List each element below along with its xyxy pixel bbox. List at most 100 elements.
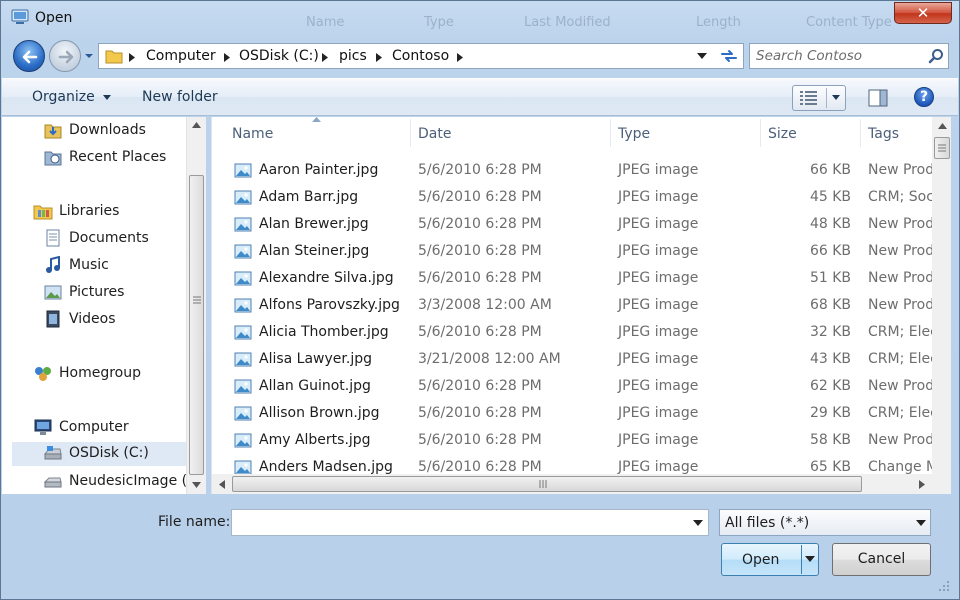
open-button[interactable]: Open: [721, 543, 819, 576]
new-folder-button[interactable]: New folder: [142, 89, 218, 105]
file-list-vertical-scrollbar[interactable]: [932, 117, 951, 474]
nav-item-recent-places[interactable]: Recent Places: [43, 146, 183, 170]
cell-name: Alicia Thomber.jpg: [259, 324, 389, 340]
nav-item-pictures[interactable]: Pictures: [43, 281, 183, 305]
chevron-down-icon[interactable]: [805, 556, 815, 562]
cell-type: JPEG image: [618, 351, 699, 367]
cell-type: JPEG image: [618, 243, 699, 259]
nav-item-label: Videos: [69, 311, 116, 327]
scroll-grip-icon: [539, 480, 547, 488]
column-divider[interactable]: [860, 119, 861, 147]
breadcrumb-separator-icon[interactable]: [224, 53, 230, 62]
column-header-row: Name Date Type Size Tags: [212, 117, 932, 151]
cancel-button[interactable]: Cancel: [832, 543, 931, 576]
table-row[interactable]: Alan Brewer.jpg 5/6/2010 6:28 PM JPEG imag…: [212, 212, 934, 239]
table-row[interactable]: Alicia Thomber.jpg 5/6/2010 6:28 PM JPEG i…: [212, 320, 934, 347]
breadcrumb-computer[interactable]: Computer: [146, 48, 216, 64]
breadcrumb-pics[interactable]: pics: [339, 48, 367, 64]
table-row[interactable]: Allison Brown.jpg 5/6/2010 6:28 PM JPEG im…: [212, 401, 934, 428]
scroll-down-icon[interactable]: [192, 482, 201, 488]
chevron-down-icon: [103, 94, 112, 100]
table-row[interactable]: Alisa Lawyer.jpg 3/21/2008 12:00 AM JPEG i…: [212, 347, 934, 374]
column-header-name[interactable]: Name: [232, 126, 273, 142]
address-history-dropdown-icon[interactable]: [697, 53, 707, 60]
nav-item-label: Homegroup: [59, 365, 142, 381]
cell-name: Adam Barr.jpg: [259, 189, 359, 205]
chevron-down-icon[interactable]: [693, 520, 703, 526]
table-row[interactable]: Alfons Parovszky.jpg 3/3/2008 12:00 AM JPE…: [212, 293, 934, 320]
close-icon: ✕: [916, 4, 930, 22]
close-button[interactable]: ✕: [894, 2, 952, 24]
breadcrumb-separator-icon[interactable]: [376, 53, 382, 62]
resize-grip-icon[interactable]: [937, 579, 951, 593]
organize-label: Organize: [32, 89, 95, 105]
file-name-combo[interactable]: [231, 509, 709, 536]
chevron-down-icon: [832, 95, 840, 100]
nav-item-computer[interactable]: Computer: [33, 416, 183, 440]
breadcrumb-separator-icon[interactable]: [129, 53, 135, 62]
cell-date: 3/21/2008 12:00 AM: [418, 351, 561, 367]
recent-locations-dropdown-icon[interactable]: [84, 51, 94, 61]
cell-type: JPEG image: [618, 378, 699, 394]
horizontal-scrollbar-thumb[interactable]: [232, 476, 862, 492]
cell-type: JPEG image: [618, 189, 699, 205]
column-divider[interactable]: [410, 119, 411, 147]
nav-pane-scrollbar[interactable]: [186, 117, 206, 494]
scroll-left-icon[interactable]: [219, 480, 225, 489]
nav-item-neudesicimage[interactable]: NeudesicImage (I: [43, 470, 191, 494]
nav-item-documents[interactable]: Documents: [43, 227, 183, 251]
nav-scrollbar-thumb[interactable]: [189, 175, 204, 475]
cell-name: Allison Brown.jpg: [259, 405, 380, 421]
breadcrumb-osdisk[interactable]: OSDisk (C:): [239, 48, 319, 64]
search-icon[interactable]: [928, 48, 944, 64]
nav-item-downloads[interactable]: Downloads: [43, 119, 183, 143]
column-header-date[interactable]: Date: [418, 126, 451, 142]
cell-tags: New Prod: [868, 162, 934, 178]
help-button[interactable]: ?: [914, 87, 934, 107]
breadcrumb-contoso[interactable]: Contoso: [392, 48, 449, 64]
nav-item-label: Libraries: [59, 203, 120, 219]
breadcrumb-separator-icon[interactable]: [322, 53, 328, 62]
file-type-select[interactable]: All files (*.*): [719, 509, 931, 536]
search-input[interactable]: [754, 46, 924, 66]
scroll-right-icon[interactable]: [919, 480, 925, 489]
nav-item-music[interactable]: Music: [43, 254, 183, 278]
column-header-tags[interactable]: Tags: [868, 126, 899, 142]
refresh-icon[interactable]: [719, 47, 739, 65]
nav-item-osdisk[interactable]: OSDisk (C:): [12, 442, 186, 466]
column-divider[interactable]: [760, 119, 761, 147]
scroll-grip-icon: [938, 144, 946, 152]
breadcrumb-separator-icon[interactable]: [457, 53, 463, 62]
title-bar[interactable]: Open ✕: [1, 1, 959, 35]
change-view-button[interactable]: [792, 85, 846, 111]
back-button[interactable]: [13, 40, 45, 72]
table-row[interactable]: Amy Alberts.jpg 5/6/2010 6:28 PM JPEG imag…: [212, 428, 934, 455]
preview-pane-icon[interactable]: [868, 89, 888, 107]
table-row[interactable]: Allan Guinot.jpg 5/6/2010 6:28 PM JPEG ima…: [212, 374, 934, 401]
file-list-horizontal-scrollbar[interactable]: [212, 474, 932, 494]
table-row[interactable]: Alexandre Silva.jpg 5/6/2010 6:28 PM JPEG …: [212, 266, 934, 293]
address-bar[interactable]: Computer OSDisk (C:) pics Contoso: [98, 43, 744, 69]
search-box[interactable]: [749, 43, 949, 69]
vertical-scrollbar-thumb[interactable]: [934, 137, 950, 159]
nav-item-homegroup[interactable]: Homegroup: [33, 362, 183, 386]
file-name-input[interactable]: [235, 513, 675, 532]
cell-size: 43 KB: [809, 351, 851, 367]
folder-icon: [105, 50, 123, 64]
jpeg-file-icon: [234, 460, 252, 475]
table-row[interactable]: Alan Steiner.jpg 5/6/2010 6:28 PM JPEG ima…: [212, 239, 934, 266]
column-divider[interactable]: [610, 119, 611, 147]
organize-button[interactable]: Organize: [32, 89, 112, 105]
scroll-up-icon[interactable]: [938, 123, 947, 129]
scroll-up-icon[interactable]: [192, 122, 201, 128]
column-header-type[interactable]: Type: [618, 126, 650, 142]
cell-tags: New Prod: [868, 378, 934, 394]
forward-button[interactable]: [49, 40, 81, 72]
nav-item-videos[interactable]: Videos: [43, 308, 183, 332]
jpeg-file-icon: [234, 406, 252, 421]
table-row[interactable]: Aaron Painter.jpg 5/6/2010 6:28 PM JPEG im…: [212, 158, 934, 185]
column-header-size[interactable]: Size: [768, 126, 797, 142]
table-row[interactable]: Adam Barr.jpg 5/6/2010 6:28 PM JPEG image 4…: [212, 185, 934, 212]
cell-name: Alfons Parovszky.jpg: [259, 297, 400, 313]
nav-item-libraries[interactable]: Libraries: [33, 200, 183, 224]
